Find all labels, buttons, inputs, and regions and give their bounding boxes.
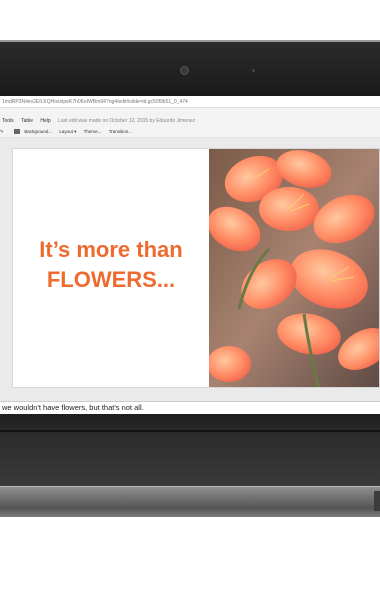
current-slide[interactable]: It’s more than FLOWERS...: [12, 148, 380, 388]
url-text[interactable]: 1mdRP3N4ev2EfLKQHossIpeK7h0KeIWBm947ng4/…: [2, 99, 188, 105]
address-bar[interactable]: 1mdRP3N4ev2EfLKQHossIpeK7h0KeIWBm947ng4/…: [0, 96, 380, 108]
menu-item-table[interactable]: Table: [21, 118, 33, 124]
last-edit-status[interactable]: Last edit was made on October 12, 2015 b…: [58, 118, 195, 124]
layout-dropdown[interactable]: Layout ▾: [59, 127, 76, 137]
laptop-top-bezel: [0, 40, 380, 96]
flower-image: [209, 149, 379, 387]
laptop-screen: 1mdRP3N4ev2EfLKQHossIpeK7h0KeIWBm947ng4/…: [0, 96, 380, 414]
hinge-cap: [374, 491, 380, 511]
laptop-bottom-bezel: [0, 414, 380, 486]
menu-item-tools[interactable]: Tools: [2, 118, 14, 124]
light-sensor-icon: [252, 69, 255, 72]
bezel-divider: [0, 430, 380, 432]
toolbar: ✎ Background... Layout ▾ Theme... Transi…: [0, 127, 380, 138]
slide-title[interactable]: It’s more than FLOWERS...: [13, 235, 209, 295]
webcam-icon: [180, 66, 189, 75]
comment-icon[interactable]: [14, 129, 21, 135]
menu-item-help[interactable]: Help: [40, 118, 50, 124]
flower-photo[interactable]: [209, 149, 379, 387]
slide-title-line-2: FLOWERS...: [46, 267, 176, 292]
slide-canvas: It’s more than FLOWERS...: [0, 138, 380, 414]
menu-bar: Tools Table Help Last edit was made on O…: [0, 116, 380, 126]
speaker-notes[interactable]: we wouldn't have flowers, but that's not…: [0, 401, 380, 414]
speaker-notes-text: we wouldn't have flowers, but that's not…: [2, 403, 144, 412]
transition-button[interactable]: Transition...: [109, 127, 132, 137]
laptop-hinge: [0, 486, 380, 517]
pen-icon[interactable]: ✎: [0, 127, 4, 137]
theme-button[interactable]: Theme...: [84, 127, 102, 137]
background-button[interactable]: Background...: [24, 127, 52, 137]
slide-title-line-1: It’s more than: [39, 237, 183, 262]
